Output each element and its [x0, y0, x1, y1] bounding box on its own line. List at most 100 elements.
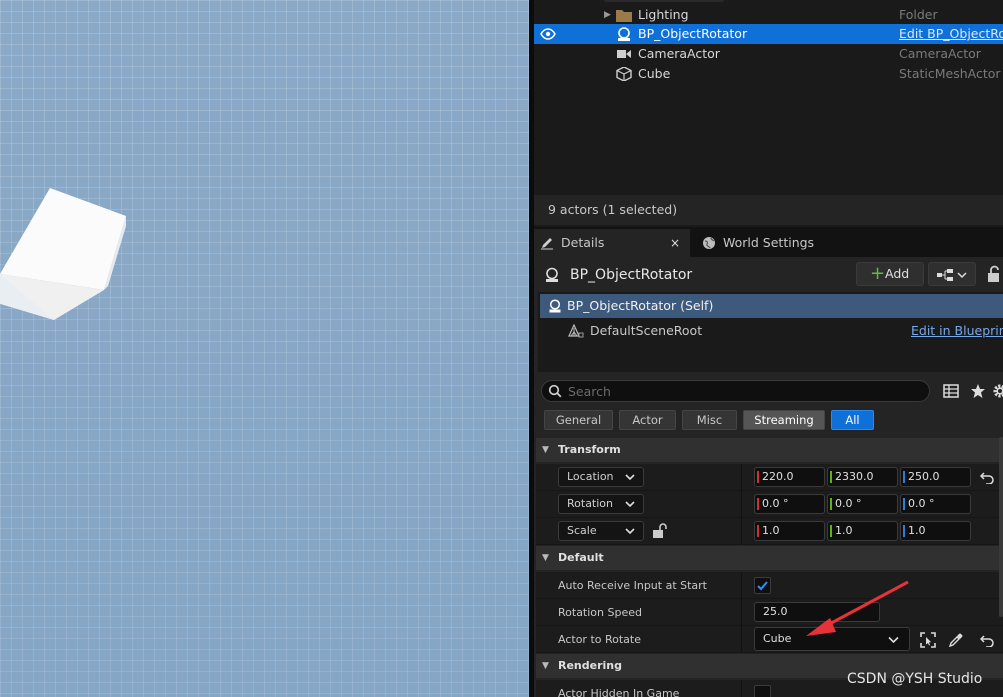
outliner-row-bp-objectrotator[interactable]: BP_ObjectRotator Edit BP_ObjectRot — [534, 24, 1003, 44]
pencil-icon — [541, 238, 553, 250]
actor-name: BP_ObjectRotator — [570, 267, 693, 283]
outliner-item-type: Folder — [899, 7, 938, 22]
chevron-down-icon — [625, 474, 635, 481]
gear-icon[interactable] — [992, 383, 1003, 399]
property-auto-receive-input: Auto Receive Input at Start — [536, 572, 1003, 599]
outliner-row-lighting[interactable]: ▶ Lighting Folder — [534, 5, 1003, 25]
location-x-field[interactable]: 220.0 — [754, 467, 825, 487]
scale-y-field[interactable]: 1.0 — [827, 521, 898, 541]
collapse-caret-icon: ▼ — [542, 661, 549, 671]
static-mesh-icon — [616, 67, 632, 81]
property-label: Actor to Rotate — [558, 633, 641, 646]
dropdown-label: Scale — [567, 524, 597, 537]
reset-arrow-icon[interactable] — [980, 633, 994, 647]
eye-icon[interactable] — [540, 24, 556, 44]
hidden-in-game-checkbox[interactable] — [754, 685, 771, 697]
filter-general[interactable]: General — [544, 410, 613, 430]
location-y-field[interactable]: 2330.0 — [827, 467, 898, 487]
outliner-item-name: Lighting — [638, 7, 689, 22]
property-label: Rotation Speed — [558, 606, 642, 619]
plus-icon: + — [870, 263, 886, 284]
filter-actor[interactable]: Actor — [619, 410, 676, 430]
tab-details[interactable]: Details × — [534, 229, 690, 257]
close-icon[interactable]: × — [670, 229, 680, 257]
rotation-dropdown[interactable]: Rotation — [558, 494, 644, 514]
column-divider — [741, 491, 742, 518]
tab-world-settings-label: World Settings — [723, 235, 815, 250]
outliner-item-name: BP_ObjectRotator — [638, 26, 748, 41]
rotation-x-field[interactable]: 0.0 ° — [754, 494, 825, 514]
outliner-item-name: CameraActor — [638, 46, 720, 61]
property-scale: Scale 1.0 1.0 1.0 — [536, 518, 1003, 545]
folder-icon — [616, 10, 632, 22]
actor-to-rotate-combo[interactable]: Cube — [754, 627, 910, 651]
combo-value: Cube — [763, 632, 792, 645]
details-search[interactable] — [541, 380, 930, 402]
hierarchy-icon — [937, 269, 967, 281]
category-label: Transform — [558, 443, 621, 456]
outliner-row-cameraactor[interactable]: CameraActor CameraActor — [534, 44, 1003, 64]
add-button-label: Add — [885, 266, 910, 281]
category-default[interactable]: ▼ Default — [536, 546, 1003, 570]
property-actor-to-rotate: Actor to Rotate Cube — [536, 626, 1003, 653]
edit-in-blueprint-link[interactable]: Edit in Blueprint — [911, 320, 1003, 342]
details-tab-strip: Details × World Settings — [534, 227, 1003, 257]
category-transform[interactable]: ▼ Transform — [536, 438, 1003, 462]
search-input[interactable] — [568, 382, 918, 400]
tab-world-settings[interactable]: World Settings — [696, 229, 846, 257]
component-tree: BP_ObjectRotator (Self) DefaultSceneRoot… — [538, 292, 1003, 372]
category-label: Default — [558, 551, 604, 564]
rotation-z-field[interactable]: 0.0 ° — [900, 494, 971, 514]
column-divider — [741, 572, 742, 599]
edit-blueprint-link[interactable]: Edit BP_ObjectRot — [899, 24, 1003, 44]
outliner-item-type: StaticMeshActor — [899, 66, 1001, 81]
eyedropper-icon[interactable] — [948, 632, 964, 648]
star-icon[interactable] — [970, 383, 986, 399]
right-panel: ▶ Lighting Folder BP_ObjectRotator Edit … — [534, 0, 1003, 697]
scale-x-field[interactable]: 1.0 — [754, 521, 825, 541]
unlock-icon[interactable] — [652, 523, 668, 539]
camera-icon — [617, 50, 631, 58]
search-icon — [548, 384, 562, 398]
component-self[interactable]: BP_ObjectRotator (Self) — [540, 294, 1003, 318]
actor-count-status: 9 actors (1 selected) — [534, 195, 1003, 225]
actor-title: BP_ObjectRotator — [544, 263, 692, 287]
auto-receive-checkbox[interactable] — [754, 577, 771, 594]
scale-dropdown[interactable]: Scale — [558, 521, 644, 541]
details-scrollbar[interactable] — [999, 437, 1003, 617]
blueprint-actor-icon — [618, 27, 630, 41]
collapse-caret-icon: ▼ — [542, 553, 549, 563]
filter-misc[interactable]: Misc — [682, 410, 737, 430]
expand-arrow-icon[interactable]: ▶ — [604, 5, 611, 25]
reset-arrow-icon[interactable] — [980, 470, 994, 484]
globe-icon — [703, 237, 715, 249]
component-self-label: BP_ObjectRotator (Self) — [567, 298, 714, 313]
component-root-label: DefaultSceneRoot — [590, 323, 703, 338]
chevron-down-icon — [625, 528, 635, 535]
add-component-button[interactable]: + Add — [856, 262, 924, 286]
lock-icon[interactable] — [986, 265, 1002, 283]
checkmark-icon — [757, 581, 768, 591]
location-dropdown[interactable]: Location — [558, 467, 644, 487]
cube-mesh[interactable] — [0, 186, 130, 324]
details-panel: BP_ObjectRotator + Add BP_ObjectRotator … — [534, 257, 1003, 697]
blueprint-actor-icon — [546, 267, 558, 282]
table-view-icon[interactable] — [943, 383, 959, 399]
chevron-down-icon — [888, 636, 899, 644]
scale-z-field[interactable]: 1.0 — [900, 521, 971, 541]
filter-all[interactable]: All — [831, 410, 874, 430]
rotation-speed-field[interactable]: 25.0 — [754, 602, 880, 622]
column-divider — [741, 680, 742, 697]
property-label: Auto Receive Input at Start — [558, 579, 707, 592]
location-z-field[interactable]: 250.0 — [900, 467, 971, 487]
blueprint-options-button[interactable] — [928, 262, 976, 286]
component-default-scene-root[interactable]: DefaultSceneRoot Edit in Blueprint — [538, 320, 1003, 342]
collapse-caret-icon: ▼ — [542, 445, 549, 455]
rotation-y-field[interactable]: 0.0 ° — [827, 494, 898, 514]
outliner-row-cube[interactable]: Cube StaticMeshActor — [534, 64, 1003, 84]
select-in-viewport-icon[interactable] — [920, 632, 936, 648]
filter-streaming[interactable]: Streaming — [743, 410, 825, 430]
scene-root-icon — [568, 324, 584, 338]
level-viewport[interactable] — [0, 0, 529, 697]
column-divider — [741, 464, 742, 491]
